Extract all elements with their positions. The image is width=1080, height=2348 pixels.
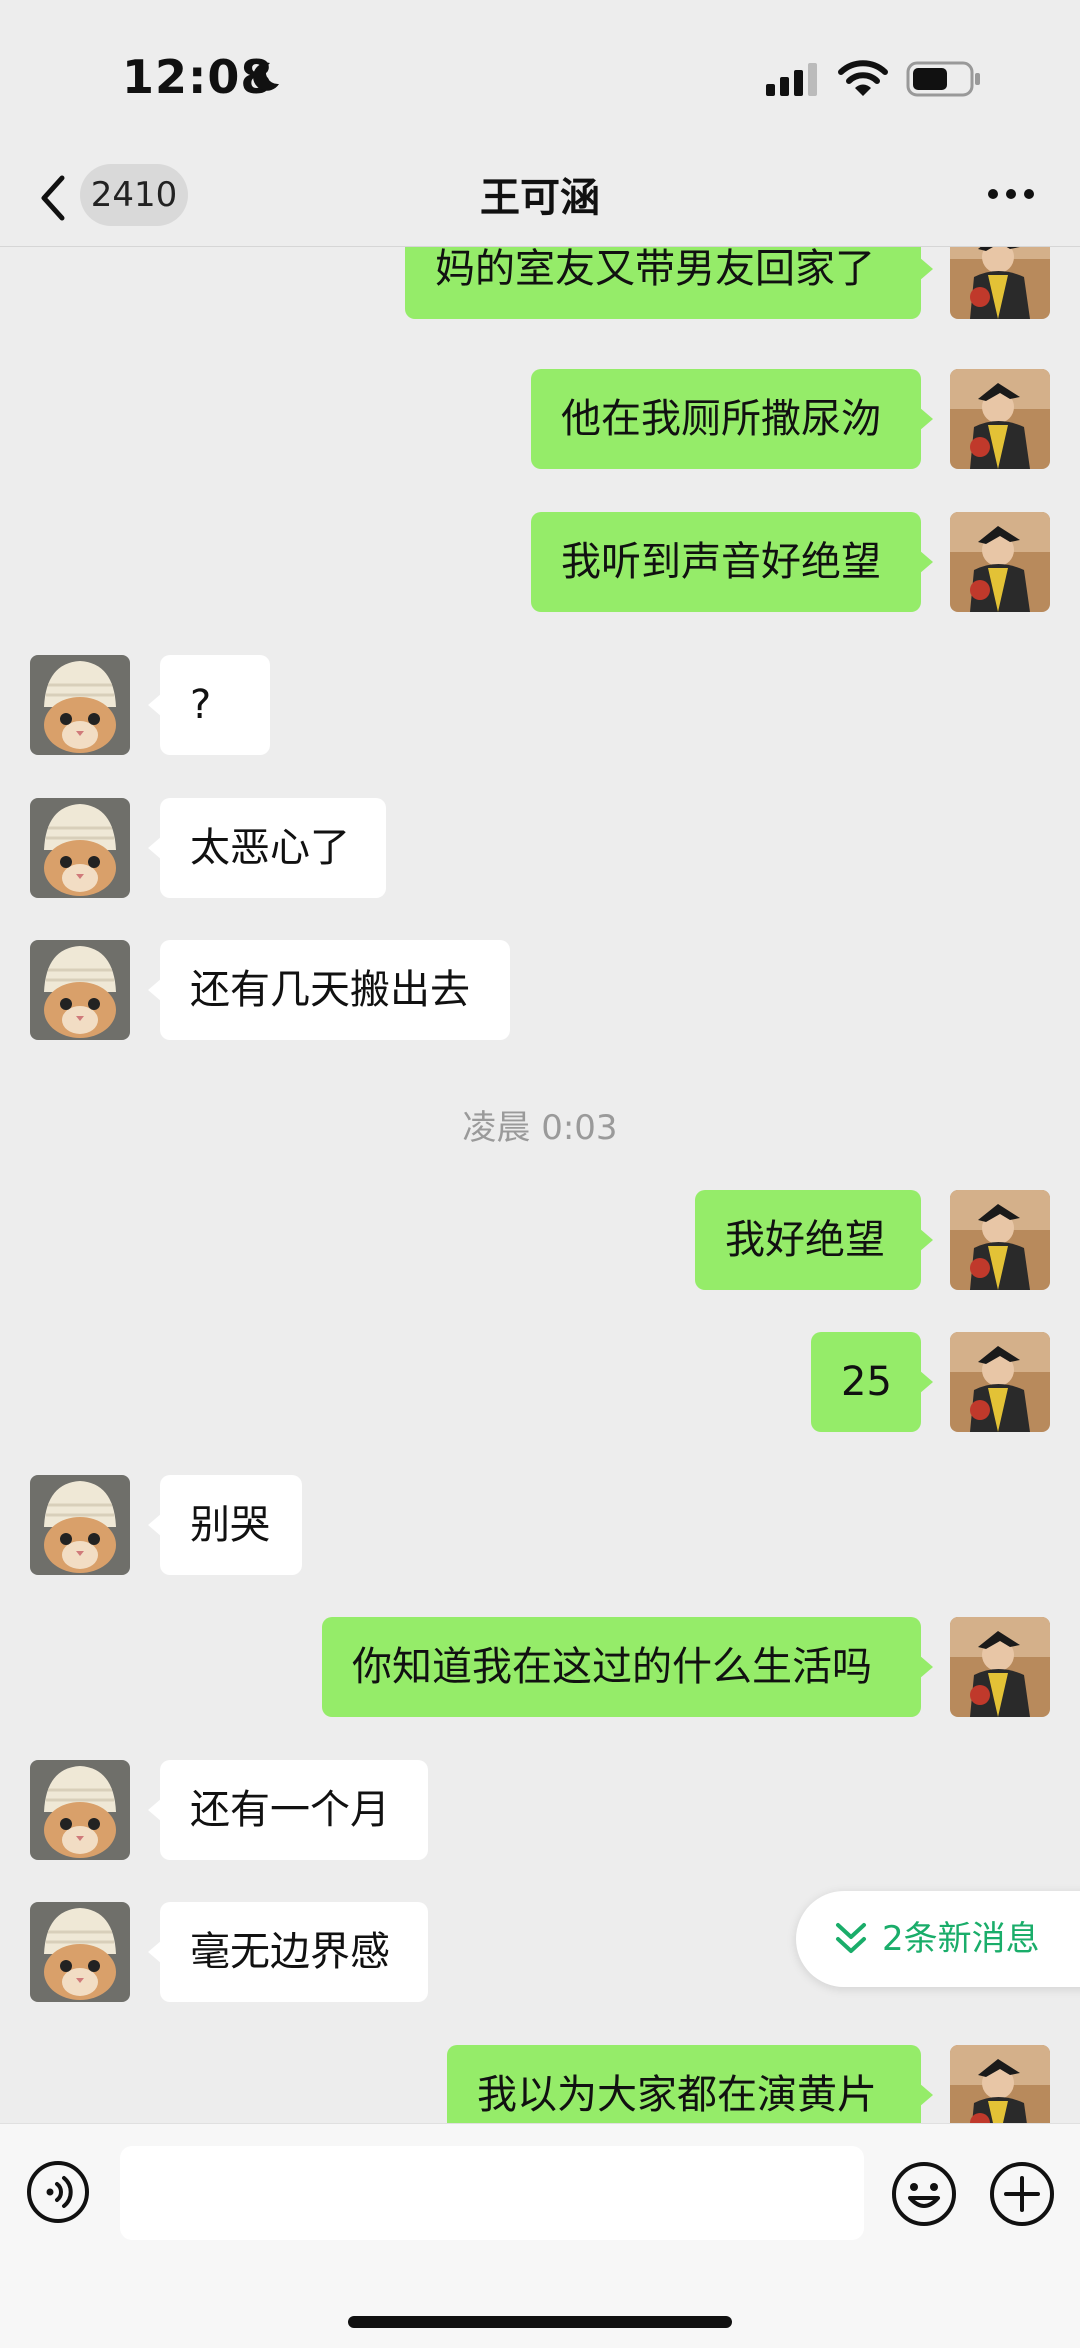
- contact-avatar[interactable]: [30, 1902, 130, 2002]
- my-avatar[interactable]: [950, 2045, 1050, 2123]
- new-messages-label: 2条新消息: [882, 1919, 1040, 1959]
- message-bubble-out[interactable]: 我听到声音好绝望: [531, 512, 933, 612]
- my-avatar[interactable]: [950, 1190, 1050, 1290]
- emoji-icon[interactable]: [890, 2160, 958, 2228]
- chat-header: 王可涵 2410: [0, 160, 1080, 247]
- message-bubble-out[interactable]: 我以为大家都在演黄片: [447, 2045, 933, 2123]
- contact-avatar[interactable]: [30, 940, 130, 1040]
- double-chevron-down-icon: [836, 1923, 866, 1953]
- my-avatar[interactable]: [950, 369, 1050, 469]
- my-avatar[interactable]: [950, 1332, 1050, 1432]
- message-bubble-in[interactable]: 别哭: [148, 1475, 302, 1575]
- message-bubble-in[interactable]: ?: [148, 655, 270, 755]
- home-indicator: [348, 2316, 732, 2328]
- my-avatar[interactable]: [950, 247, 1050, 319]
- message-bubble-in[interactable]: 还有几天搬出去: [148, 940, 510, 1040]
- input-bar: [0, 2123, 1080, 2348]
- voice-icon[interactable]: [26, 2160, 90, 2224]
- cellular-signal-icon: [766, 63, 817, 96]
- message-bubble-in[interactable]: 毫无边界感: [148, 1902, 428, 2002]
- message-bubble-in[interactable]: 太恶心了: [148, 798, 386, 898]
- my-avatar[interactable]: [950, 1617, 1050, 1717]
- status-bar: 12:08: [0, 0, 1080, 160]
- wifi-icon: [838, 60, 888, 96]
- back-chevron-icon[interactable]: [34, 168, 74, 228]
- message-list[interactable]: 妈的室友又带男友回家了 他在我厕所撒尿沕 我听到声音好绝望 ? 太恶心了 还有几…: [0, 247, 1080, 2123]
- timestamp-divider: 凌晨 0:03: [462, 1108, 618, 1148]
- contact-avatar[interactable]: [30, 798, 130, 898]
- message-bubble-in[interactable]: 还有一个月: [148, 1760, 428, 1860]
- unread-count-badge[interactable]: 2410: [80, 164, 188, 226]
- moon-icon: [253, 62, 279, 91]
- my-avatar[interactable]: [950, 512, 1050, 612]
- message-bubble-out[interactable]: 25: [811, 1332, 933, 1432]
- message-input[interactable]: [120, 2146, 864, 2240]
- new-messages-button[interactable]: 2条新消息: [796, 1891, 1080, 1987]
- message-bubble-out[interactable]: 我好绝望: [695, 1190, 933, 1290]
- contact-avatar[interactable]: [30, 1760, 130, 1860]
- contact-avatar[interactable]: [30, 1475, 130, 1575]
- message-bubble-out[interactable]: 你知道我在这过的什么生活吗: [322, 1617, 933, 1717]
- contact-avatar[interactable]: [30, 655, 130, 755]
- more-dots-icon[interactable]: [986, 184, 1036, 204]
- battery-icon: [906, 61, 980, 97]
- plus-icon[interactable]: [988, 2160, 1056, 2228]
- message-bubble-out[interactable]: 他在我厕所撒尿沕: [531, 369, 933, 469]
- message-bubble-out[interactable]: 妈的室友又带男友回家了: [405, 247, 933, 319]
